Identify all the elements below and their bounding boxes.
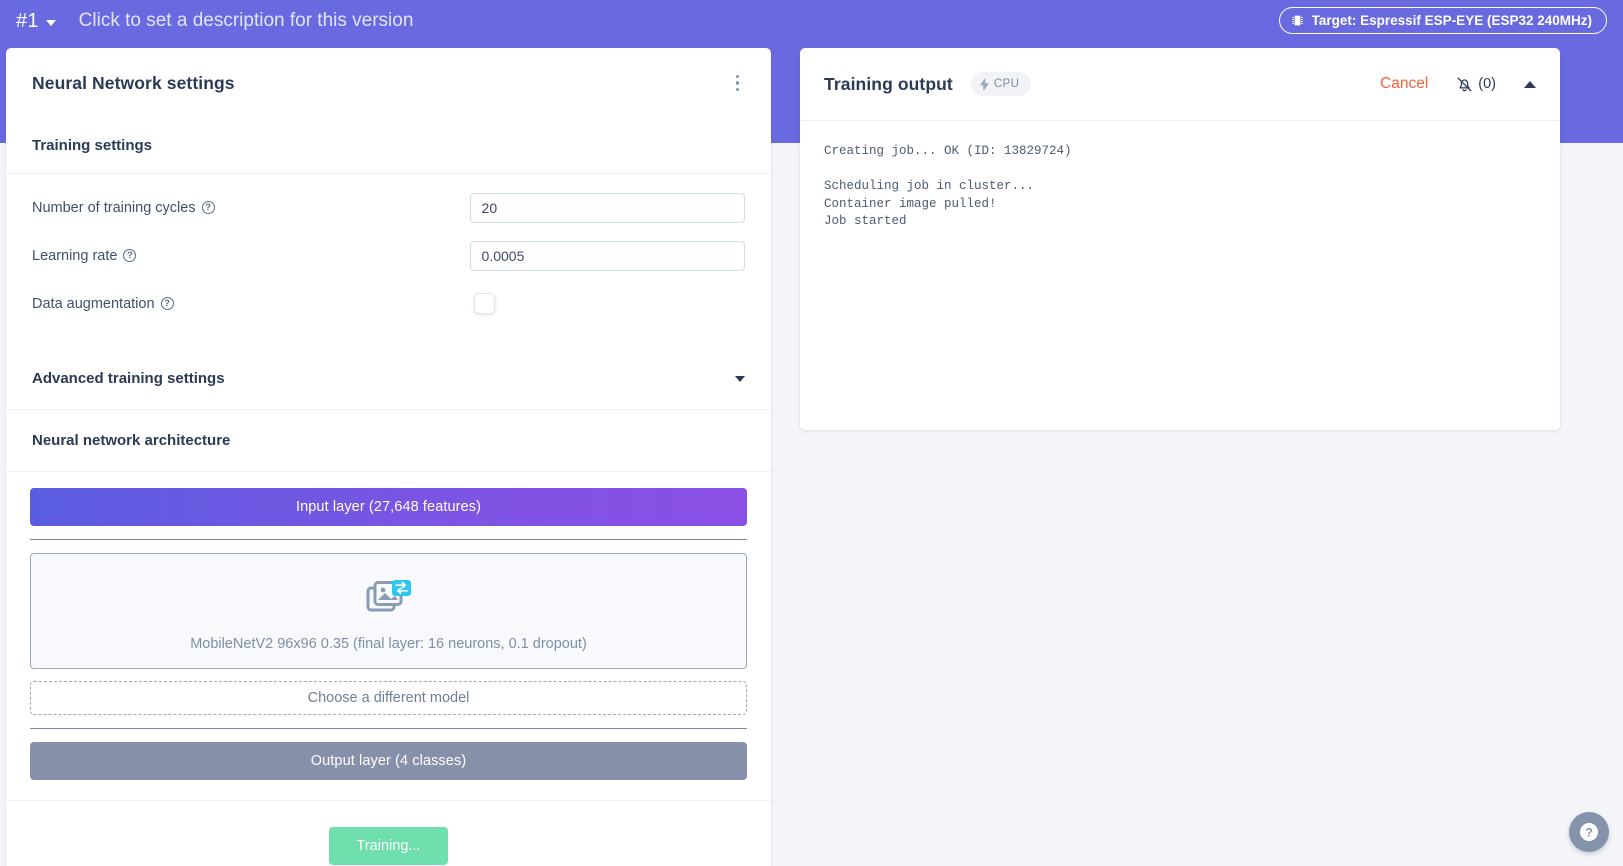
field-row-data-augmentation: Data augmentation ? (6, 281, 771, 326)
page-title: Neural Network settings (32, 72, 235, 93)
chevron-down-icon (45, 19, 56, 26)
transfer-learning-images-icon (41, 576, 736, 622)
help-button[interactable]: ? (1569, 812, 1609, 852)
target-badge-label: Target: Espressif ESP-EYE (ESP32 240MHz) (1311, 13, 1592, 28)
layer-connector (30, 728, 747, 729)
data-augmentation-label: Data augmentation ? (32, 296, 474, 312)
svg-text:?: ? (1585, 825, 1592, 839)
training-settings-section-header: Training settings (6, 118, 771, 174)
bell-slash-icon (1457, 77, 1472, 91)
start-training-button[interactable]: Training... (328, 827, 449, 865)
training-output-card: Training output CPU Cancel (0) Creating … (800, 48, 1560, 430)
target-badge[interactable]: Target: Espressif ESP-EYE (ESP32 240MHz) (1278, 7, 1607, 34)
training-settings-heading: Training settings (32, 137, 153, 154)
chevron-down-icon (735, 375, 745, 382)
learning-rate-label-text: Learning rate (32, 247, 118, 264)
help-icon[interactable]: ? (160, 297, 174, 310)
architecture-section-header: Neural network architecture (6, 410, 771, 472)
neural-network-settings-card: Neural Network settings Training setting… (6, 48, 771, 866)
layer-connector (30, 539, 747, 540)
learning-rate-label: Learning rate ? (32, 248, 470, 264)
model-card[interactable]: MobileNetV2 96x96 0.35 (final layer: 16 … (30, 553, 747, 669)
nn-settings-header: Neural Network settings (6, 48, 771, 118)
field-row-learning-rate: Learning rate ? (6, 233, 771, 278)
help-icon[interactable]: ? (123, 249, 137, 262)
version-selector[interactable]: #1 (16, 10, 56, 33)
top-bar: #1 Click to set a description for this v… (0, 0, 1623, 42)
training-output-header: Training output CPU Cancel (0) (800, 48, 1560, 120)
compute-badge: CPU (970, 72, 1032, 96)
chip-icon (1291, 15, 1303, 26)
question-mark-circle-icon: ? (1580, 823, 1598, 841)
training-cycles-label-text: Number of training cycles (32, 199, 196, 216)
app-root: #1 Click to set a description for this v… (0, 0, 1623, 866)
training-cycles-label: Number of training cycles ? (32, 200, 470, 216)
architecture-footer: Training... (6, 800, 771, 866)
field-row-training-cycles: Number of training cycles ? (6, 185, 771, 230)
architecture-body: Input layer (27,648 features) MobileNetV… (6, 472, 771, 780)
compute-badge-label: CPU (993, 78, 1020, 90)
training-cycles-input[interactable] (469, 192, 745, 223)
choose-different-model-button[interactable]: Choose a different model (30, 681, 747, 715)
console-log-text: Creating job... OK (ID: 13829724) Schedu… (824, 144, 1072, 228)
help-icon[interactable]: ? (201, 201, 215, 214)
data-augmentation-label-text: Data augmentation (32, 295, 155, 312)
version-number-label: #1 (16, 9, 39, 32)
notifications-toggle[interactable]: (0) (1456, 76, 1496, 93)
training-output-title: Training output (824, 73, 953, 94)
cancel-button[interactable]: Cancel (1380, 75, 1428, 93)
data-augmentation-checkbox[interactable] (474, 293, 495, 314)
training-output-console[interactable]: Creating job... OK (ID: 13829724) Schedu… (800, 120, 1560, 430)
notification-count: (0) (1478, 76, 1496, 92)
training-output-actions: Cancel (0) (1380, 75, 1536, 93)
training-settings-fields: Number of training cycles ? Learning rat… (6, 174, 771, 326)
model-label: MobileNetV2 96x96 0.35 (final layer: 16 … (190, 636, 587, 652)
input-layer-bar[interactable]: Input layer (27,648 features) (30, 488, 747, 526)
advanced-training-settings-toggle[interactable]: Advanced training settings (6, 348, 771, 410)
more-options-icon[interactable] (732, 71, 744, 96)
lightning-bolt-icon (979, 77, 989, 91)
collapse-panel-icon[interactable] (1524, 80, 1536, 88)
advanced-training-settings-heading: Advanced training settings (32, 370, 225, 387)
version-description-button[interactable]: Click to set a description for this vers… (79, 10, 414, 32)
learning-rate-input[interactable] (469, 240, 745, 271)
architecture-heading: Neural network architecture (32, 432, 231, 449)
output-layer-bar[interactable]: Output layer (4 classes) (30, 742, 747, 780)
